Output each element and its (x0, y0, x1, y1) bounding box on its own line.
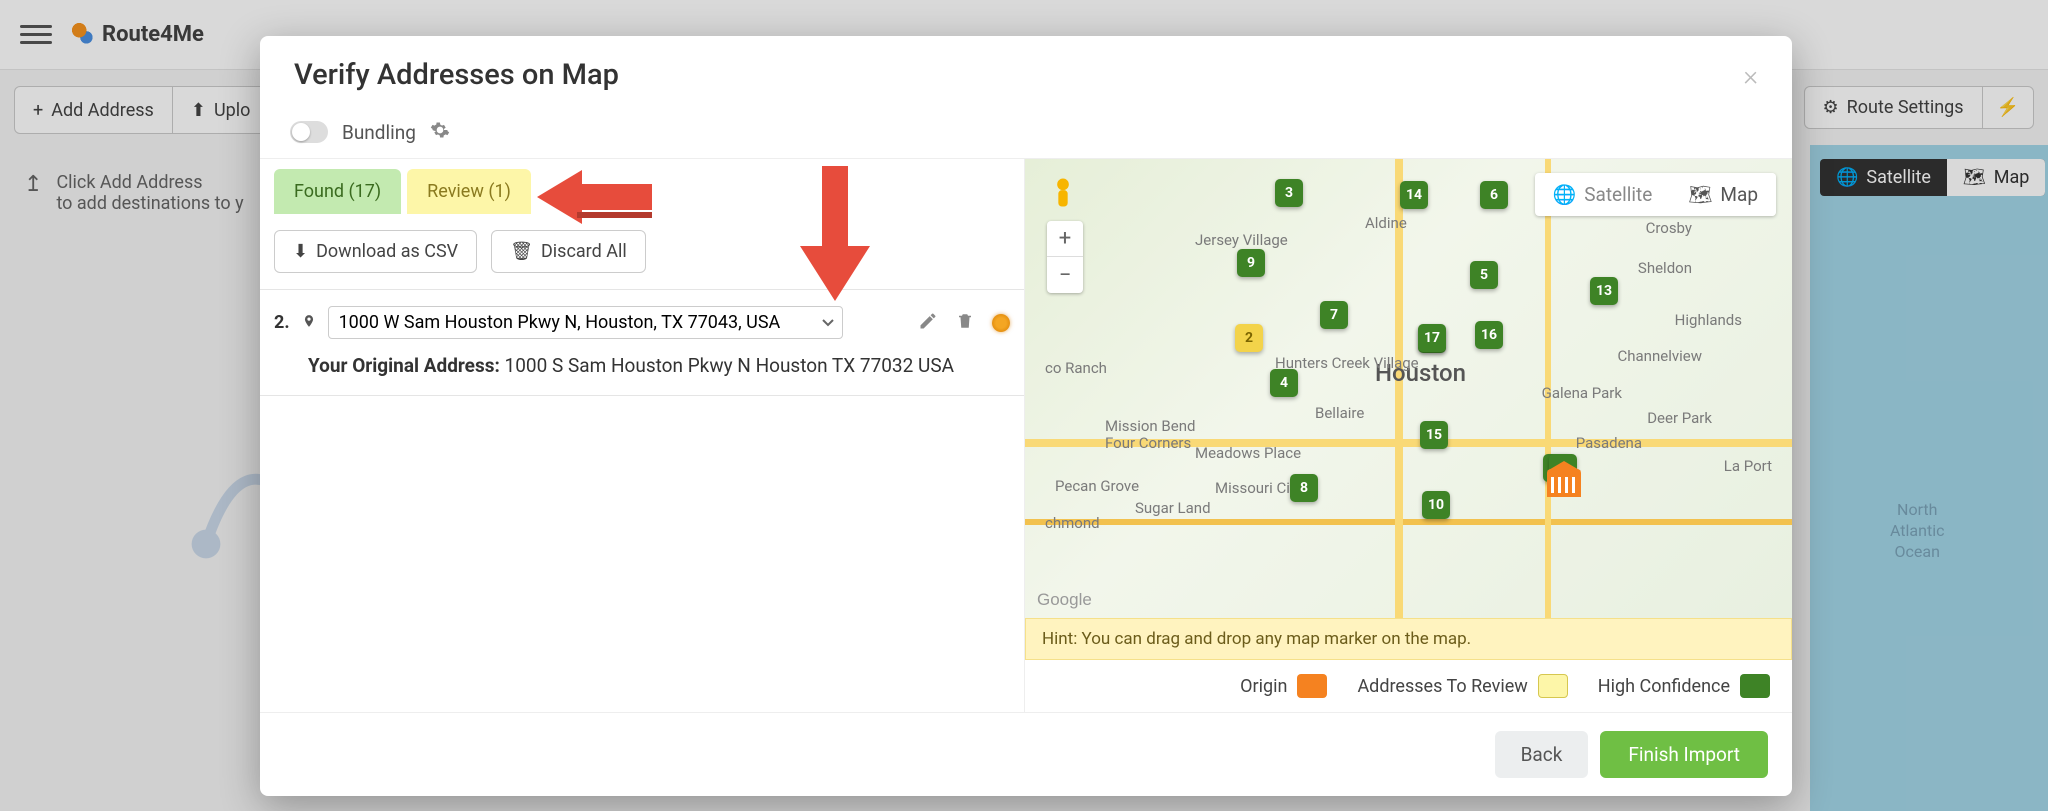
legend-review-label: Addresses To Review (1357, 676, 1527, 697)
map-button[interactable]: 🗺 Map (1670, 173, 1776, 216)
finish-import-button[interactable]: Finish Import (1600, 731, 1768, 778)
place-hunters: Hunters Creek Village (1275, 354, 1419, 372)
arrow-shadow (804, 175, 814, 184)
original-address-value: 1000 S Sam Houston Pkwy N Houston TX 770… (505, 354, 954, 377)
map-marker-6[interactable]: 6 (1480, 181, 1508, 209)
original-address: Your Original Address: 1000 S Sam Housto… (274, 353, 1010, 379)
gear-icon[interactable] (430, 120, 450, 144)
map-marker-16[interactable]: 16 (1475, 321, 1503, 349)
modal-subheader: Bundling (260, 110, 1792, 159)
download-csv-button[interactable]: ⬇ Download as CSV (274, 230, 477, 273)
tab-found[interactable]: Found (17) (274, 169, 401, 214)
modal-title: Verify Addresses on Map (294, 58, 619, 92)
delete-icon[interactable] (956, 311, 974, 335)
place-missouri: Missouri City (1215, 479, 1302, 497)
legend-review: Addresses To Review (1357, 674, 1567, 698)
map-type-toggle: 🌐 Satellite 🗺 Map (1535, 173, 1776, 216)
map-zoom-control: + − (1047, 221, 1083, 293)
place-four: Four Corners (1105, 434, 1191, 452)
map-marker-14[interactable]: 14 (1400, 181, 1428, 209)
place-sheldon: Sheldon (1638, 259, 1692, 277)
map-marker-13[interactable]: 13 (1590, 277, 1618, 305)
legend-origin-label: Origin (1240, 676, 1287, 697)
place-bellaire: Bellaire (1315, 404, 1364, 422)
place-pecan: Pecan Grove (1055, 477, 1139, 495)
bundling-label: Bundling (342, 121, 416, 144)
bundling-toggle[interactable] (290, 121, 328, 143)
original-address-label: Your Original Address: (308, 354, 500, 377)
legend-origin: Origin (1240, 674, 1327, 698)
globe-icon: 🌐 (1553, 183, 1577, 206)
address-select[interactable]: 1000 W Sam Houston Pkwy N, Houston, TX 7… (328, 306, 843, 339)
modal-body: Found (17) Review (1) ⬇ Download as CSV … (260, 159, 1792, 712)
place-pasadena: Pasadena (1576, 434, 1642, 452)
tab-review[interactable]: Review (1) (407, 169, 531, 214)
place-coranch: co Ranch (1045, 359, 1107, 377)
satellite-label: Satellite (1584, 183, 1652, 206)
place-chmond: chmond (1045, 514, 1100, 532)
place-crosby: Crosby (1646, 219, 1692, 237)
high-swatch-icon (1740, 674, 1770, 698)
map-marker-15[interactable]: 15 (1420, 421, 1448, 449)
address-row: 2. 1000 W Sam Houston Pkwy N, Houston, T… (260, 289, 1024, 396)
place-meadows: Meadows Place (1195, 444, 1301, 462)
place-deerpark: Deer Park (1647, 409, 1712, 427)
edit-icon[interactable] (918, 311, 938, 335)
legend: Origin Addresses To Review High Confiden… (1025, 660, 1792, 712)
map-marker-10[interactable]: 10 (1422, 491, 1450, 519)
zoom-in-button[interactable]: + (1047, 221, 1083, 257)
satellite-button[interactable]: 🌐 Satellite (1535, 173, 1671, 216)
map-marker-9[interactable]: 9 (1237, 249, 1265, 277)
annotation-arrow-down (800, 166, 870, 306)
discard-all-label: Discard All (541, 241, 627, 262)
zoom-out-button[interactable]: − (1047, 257, 1083, 293)
place-galena: Galena Park (1542, 384, 1622, 402)
map-marker-17[interactable]: 17 (1418, 324, 1446, 352)
map-marker-4[interactable]: 4 (1270, 369, 1298, 397)
origin-swatch-icon (1297, 674, 1327, 698)
annotation-arrow-left (537, 170, 652, 224)
download-csv-label: Download as CSV (316, 241, 458, 262)
map-label: Map (1720, 183, 1758, 206)
legend-high: High Confidence (1598, 674, 1770, 698)
map-marker-5[interactable]: 5 (1470, 261, 1498, 289)
place-aldine: Aldine (1365, 214, 1407, 232)
map-origin-marker[interactable] (1547, 469, 1581, 497)
map-marker-review[interactable]: 2 (1235, 324, 1263, 352)
map-pane: Houston Crosby Sheldon Highlands Channel… (1025, 159, 1792, 712)
actions-row: ⬇ Download as CSV 🗑 Discard All (260, 214, 1024, 289)
pegman-icon[interactable] (1049, 177, 1077, 215)
discard-all-button[interactable]: 🗑 Discard All (491, 230, 646, 273)
map-marker-7[interactable]: 7 (1320, 301, 1348, 329)
arrow-anchor (802, 150, 803, 151)
address-list-pane: Found (17) Review (1) ⬇ Download as CSV … (260, 159, 1025, 712)
place-laporte: La Port (1724, 457, 1772, 475)
map-attribution: Google (1037, 590, 1092, 610)
modal-footer: Back Finish Import (260, 712, 1792, 796)
back-button[interactable]: Back (1495, 731, 1589, 778)
hint-bar: Hint: You can drag and drop any map mark… (1025, 618, 1792, 660)
address-index: 2. (274, 312, 290, 333)
map-canvas[interactable]: Houston Crosby Sheldon Highlands Channel… (1025, 159, 1792, 618)
legend-high-label: High Confidence (1598, 676, 1730, 697)
verify-addresses-modal: Verify Addresses on Map × Bundling Found… (260, 36, 1792, 796)
map-marker-8[interactable]: 8 (1290, 474, 1318, 502)
modal-header: Verify Addresses on Map × (260, 36, 1792, 110)
place-sugar: Sugar Land (1135, 499, 1211, 517)
status-indicator (992, 314, 1010, 332)
close-icon[interactable]: × (1743, 59, 1758, 92)
pin-icon (302, 312, 316, 334)
map-icon: 🗺 (1688, 183, 1712, 206)
trash-icon: 🗑 (510, 241, 533, 262)
map-marker-3[interactable]: 3 (1275, 179, 1303, 207)
review-swatch-icon (1538, 674, 1568, 698)
download-icon: ⬇ (293, 241, 308, 262)
place-jersey: Jersey Village (1195, 231, 1288, 249)
place-channelview: Channelview (1618, 347, 1703, 365)
place-mission: Mission Bend (1105, 417, 1195, 435)
place-highlands: Highlands (1675, 311, 1742, 329)
